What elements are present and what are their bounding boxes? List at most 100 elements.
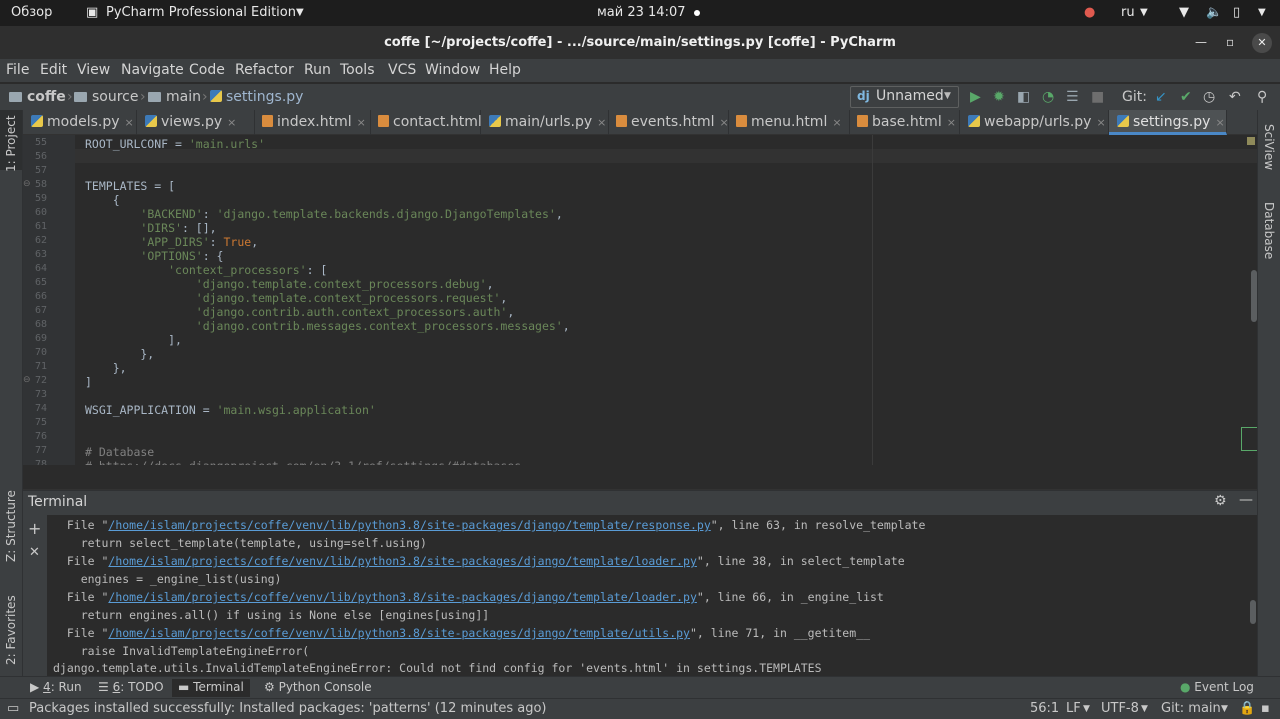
folder-icon <box>148 92 161 102</box>
menu-window[interactable]: Window <box>425 62 480 78</box>
minimize-icon[interactable]: — <box>1195 35 1207 49</box>
wifi-icon[interactable]: ▼ <box>1179 5 1189 20</box>
browser-indicator-icon[interactable]: ● <box>1084 5 1095 20</box>
clock[interactable]: май 23 14:07 <box>597 5 686 20</box>
todo-tool-button[interactable]: ☰ 6: TODO <box>92 680 170 694</box>
git-commit-icon[interactable]: ✔ <box>1180 89 1192 105</box>
run-icon[interactable]: ▶ <box>970 89 981 105</box>
run-with-coverage-icon[interactable]: ◧ <box>1017 89 1030 105</box>
gear-icon[interactable]: ⚙ <box>1214 493 1227 509</box>
code-line: 'DIRS': [], <box>140 221 217 235</box>
terminal-file-link[interactable]: /home/islam/projects/coffe/venv/lib/pyth… <box>108 554 697 568</box>
profile-icon[interactable]: ◔ <box>1042 89 1054 105</box>
file-encoding[interactable]: UTF-8 <box>1101 701 1139 716</box>
breadcrumb-settings-py[interactable]: settings.py <box>210 89 303 105</box>
menu-navigate[interactable]: Navigate <box>121 62 184 78</box>
close-tab-icon[interactable]: × <box>125 116 134 129</box>
tab-models-py[interactable]: models.py × <box>23 110 137 135</box>
terminal-output[interactable]: File "/home/islam/projects/coffe/venv/li… <box>47 515 1257 676</box>
terminal-file-link[interactable]: /home/islam/projects/coffe/venv/lib/pyth… <box>108 590 697 604</box>
system-menu-chevron-icon[interactable]: ▼ <box>1258 7 1266 18</box>
close-tab-icon[interactable]: × <box>227 116 236 129</box>
menu-code[interactable]: Code <box>189 62 225 78</box>
hide-panel-icon[interactable]: — <box>1239 492 1253 508</box>
code-line: ], <box>85 333 182 347</box>
editor-scrollbar-thumb[interactable] <box>1251 270 1257 322</box>
volume-icon[interactable]: 🔈 <box>1206 5 1222 20</box>
breadcrumb-coffe[interactable]: coffe <box>9 89 66 105</box>
maximize-icon[interactable]: ▫ <box>1226 35 1234 49</box>
code-line: }, <box>85 361 127 375</box>
tab-contact-html[interactable]: contact.html <box>371 110 482 135</box>
status-icon[interactable]: ▭ <box>7 701 19 716</box>
search-everywhere-icon[interactable]: ⚲ <box>1257 89 1267 105</box>
tab-settings-py[interactable]: settings.py × <box>1109 110 1227 135</box>
stop-icon[interactable]: ■ <box>1091 89 1104 105</box>
menu-file[interactable]: File <box>6 62 29 78</box>
fold-marker-icon[interactable]: ⊖ <box>23 375 31 385</box>
menu-tools[interactable]: Tools <box>340 62 375 78</box>
memory-indicator-icon[interactable]: ▪ <box>1261 701 1270 716</box>
close-tab-icon[interactable]: × <box>947 116 956 129</box>
tab-main-urls-py[interactable]: main/urls.py × <box>481 110 609 135</box>
breadcrumb-separator-icon: › <box>202 89 208 105</box>
terminal-file-link[interactable]: /home/islam/projects/coffe/venv/lib/pyth… <box>108 626 690 640</box>
tab-index-html[interactable]: index.html × <box>255 110 371 135</box>
lock-icon[interactable]: 🔒 <box>1239 701 1255 716</box>
chevron-down-icon: ▼ <box>1140 7 1148 18</box>
favorites-tool-button[interactable]: 2: Favorites <box>4 595 18 665</box>
database-tool-button[interactable]: Database <box>1262 202 1276 259</box>
menu-refactor[interactable]: Refactor <box>235 62 294 78</box>
debug-icon[interactable]: ✹ <box>993 89 1005 105</box>
git-rollback-icon[interactable]: ↶ <box>1229 89 1241 105</box>
close-icon[interactable]: ✕ <box>1252 33 1272 53</box>
menu-vcs[interactable]: VCS <box>388 62 416 78</box>
tab-base-html[interactable]: base.html × <box>850 110 960 135</box>
git-update-icon[interactable]: ↙ <box>1155 89 1167 105</box>
python-console-tool-button[interactable]: ⚙ Python Console <box>258 680 378 694</box>
breadcrumb-source[interactable]: source <box>74 89 139 105</box>
close-tab-icon[interactable]: × <box>832 116 841 129</box>
fold-marker-icon[interactable]: ⊖ <box>23 179 31 189</box>
tab-menu-html[interactable]: menu.html × <box>729 110 850 135</box>
close-session-icon[interactable]: ✕ <box>29 545 40 560</box>
menu-run[interactable]: Run <box>304 62 331 78</box>
battery-icon[interactable]: ▯ <box>1233 5 1240 20</box>
close-tab-icon[interactable]: × <box>1096 116 1105 129</box>
menu-view[interactable]: View <box>77 62 110 78</box>
activities-button[interactable]: Обзор <box>11 5 52 20</box>
app-menu[interactable]: PyCharm Professional Edition <box>106 5 296 20</box>
event-log-button[interactable]: ● Event Log <box>1174 680 1260 694</box>
git-history-icon[interactable]: ◷ <box>1203 89 1215 105</box>
tab-views-py[interactable]: views.py × <box>137 110 255 135</box>
tab-events-html[interactable]: events.html × <box>609 110 729 135</box>
breadcrumb-main[interactable]: main <box>148 89 201 105</box>
new-session-icon[interactable]: + <box>28 519 41 538</box>
line-number-gutter[interactable]: 55 56 57 58 59 60 61 62 63 64 65 66 67 6… <box>23 135 75 470</box>
code-editor[interactable]: ROOT_URLCONF = 'main.urls' TEMPLATES = [ … <box>75 135 1257 465</box>
terminal-scrollbar-thumb[interactable] <box>1250 600 1256 624</box>
sciview-tool-button[interactable]: SciView <box>1262 124 1276 170</box>
close-tab-icon[interactable]: × <box>720 116 729 129</box>
close-tab-icon[interactable]: × <box>597 116 606 129</box>
concurrency-diagram-icon[interactable]: ☰ <box>1066 89 1079 105</box>
run-tool-button[interactable]: ▶ 4: Run <box>24 680 88 694</box>
project-tool-button[interactable]: 1: Project <box>4 115 18 172</box>
status-message[interactable]: Packages installed successfully: Install… <box>29 701 546 716</box>
menu-help[interactable]: Help <box>489 62 521 78</box>
terminal-tool-button[interactable]: ▬ Terminal <box>172 679 250 697</box>
inspection-status-icon[interactable] <box>1247 137 1255 145</box>
git-branch[interactable]: Git: main <box>1161 701 1221 716</box>
structure-tool-button[interactable]: Z: Structure <box>4 490 18 562</box>
input-language[interactable]: ru <box>1121 5 1135 20</box>
menu-edit[interactable]: Edit <box>40 62 67 78</box>
close-tab-icon[interactable]: × <box>357 116 366 129</box>
tab-webapp-urls-py[interactable]: webapp/urls.py × <box>960 110 1109 135</box>
terminal-file-link[interactable]: /home/islam/projects/coffe/venv/lib/pyth… <box>108 518 710 532</box>
run-configuration-select[interactable]: dj Unnamed ▼ <box>850 86 959 108</box>
line-separator[interactable]: LF <box>1066 701 1081 716</box>
event-log-icon: ● <box>1180 680 1195 694</box>
caret-position[interactable]: 56:1 <box>1030 701 1059 716</box>
close-tab-icon[interactable]: × <box>1215 116 1224 129</box>
code-line: 'APP_DIRS': True, <box>140 235 259 249</box>
